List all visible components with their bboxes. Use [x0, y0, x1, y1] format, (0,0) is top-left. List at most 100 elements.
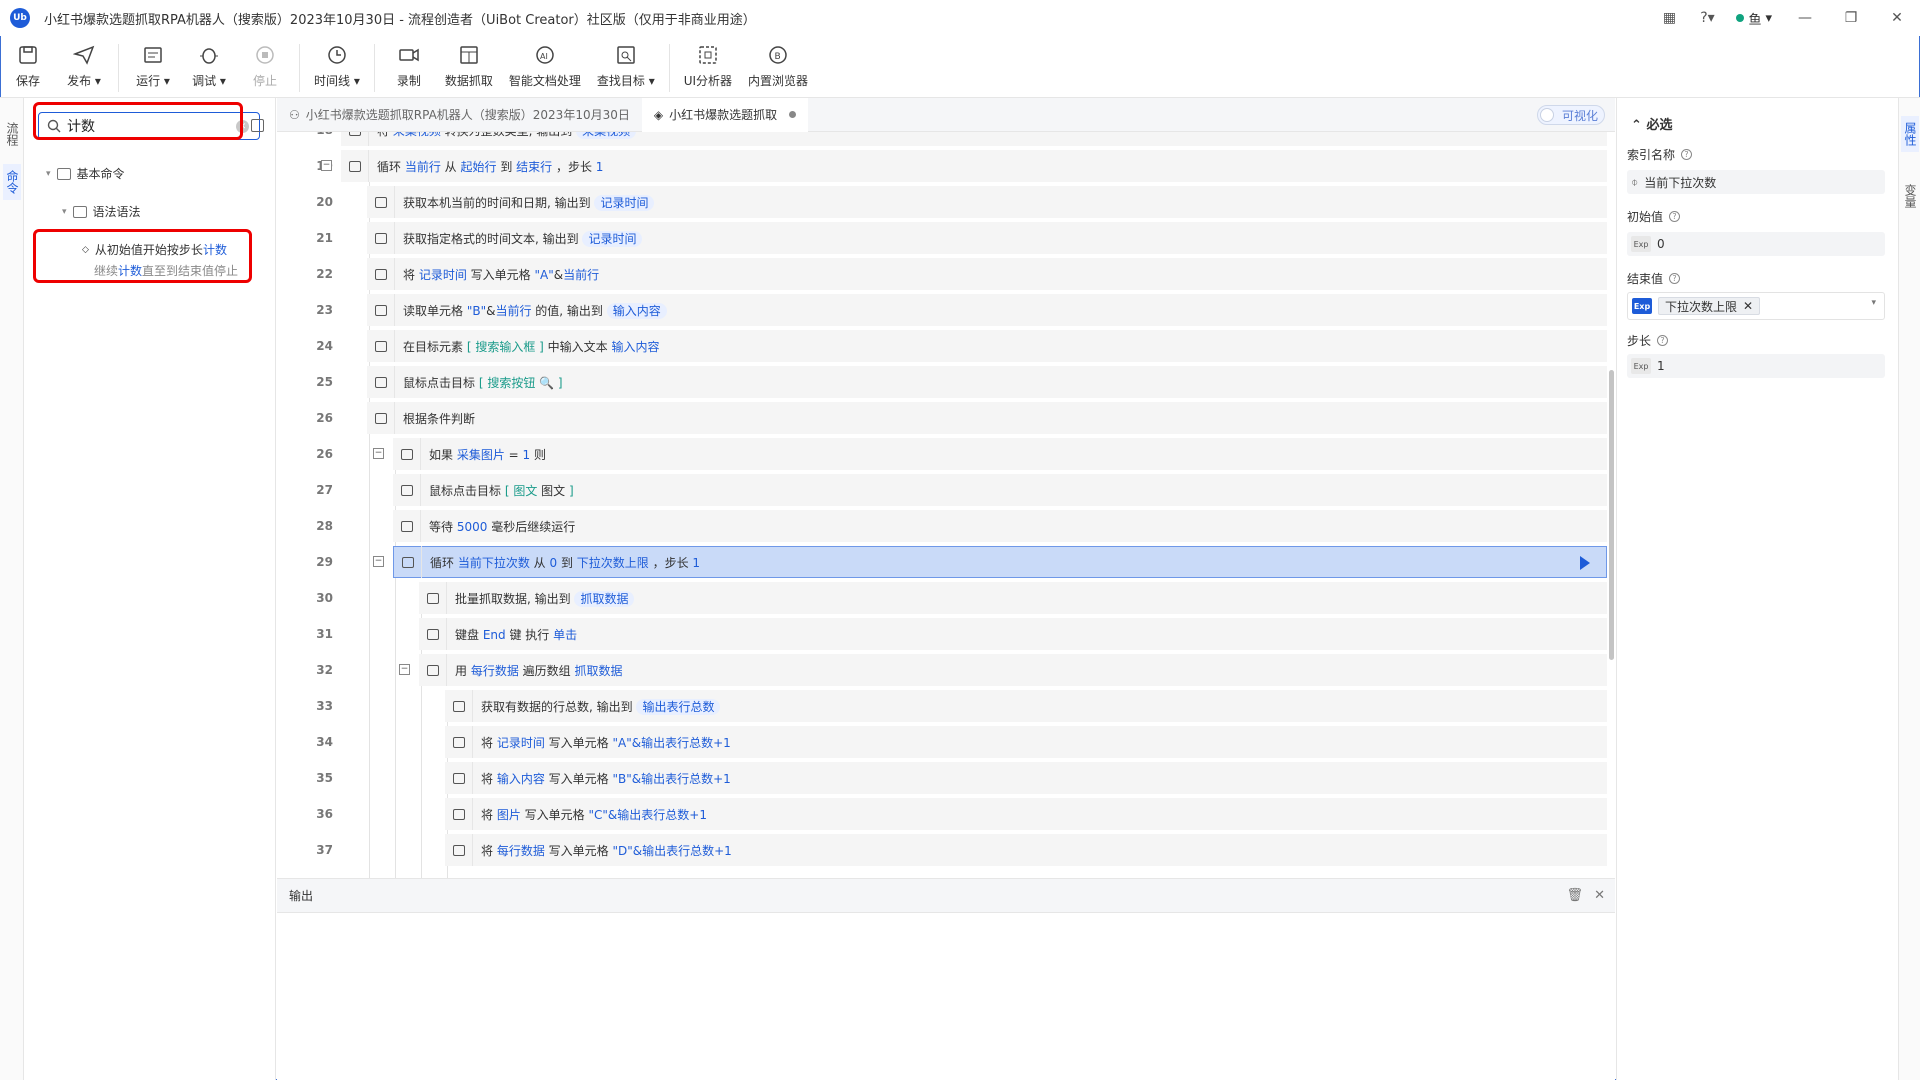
record-button[interactable]: 录制 [381, 36, 437, 98]
collapse-toggle-icon[interactable]: − [399, 664, 410, 675]
code-row[interactable]: 用 每行数据 遍历数组 抓取数据 [419, 654, 1607, 686]
code-row[interactable]: 获取有数据的行总数, 输出到 输出表行总数 [445, 690, 1607, 722]
tree-node-basic-commands[interactable]: ▾ 基本命令 [46, 165, 125, 182]
flow-editor[interactable]: 18将 采集视频 转换为整数类型, 输出到 采集视频19−循环 当前行 从 起始… [277, 132, 1615, 878]
tab-main-flow[interactable]: ⚇ 小红书爆款选题抓取RPA机器人（搜索版）2023年10月30日 [277, 98, 642, 132]
code-row[interactable]: 将 输入内容 写入单元格 "B"&输出表行总数+1 [445, 762, 1607, 794]
output-variable[interactable]: 记录时间 [594, 194, 655, 211]
code-row[interactable]: 读取单元格 "B"&当前行 的值, 输出到 输入内容 [367, 294, 1607, 326]
run-button[interactable]: 运行 ▾ [125, 36, 181, 98]
target-element[interactable]: [ 搜索输入框 ] [467, 340, 544, 354]
start-value-field[interactable]: Exp 0 [1627, 232, 1885, 256]
close-icon[interactable]: ✕ [1594, 888, 1605, 903]
code-row[interactable]: 键盘 End 键 执行 单击 [419, 618, 1607, 650]
collapse-toggle-icon[interactable]: − [321, 160, 332, 171]
parameter-value[interactable]: 1 [596, 160, 604, 174]
section-required[interactable]: ⌃ 必选 [1631, 114, 1672, 133]
code-row[interactable]: 如果 采集图片 = 1 则 [393, 438, 1607, 470]
parameter-value[interactable]: 每行数据 [497, 844, 545, 858]
data-scrape-button[interactable]: 数据抓取 [437, 36, 501, 98]
target-element[interactable]: ] [554, 376, 563, 390]
user-menu[interactable]: 鱼 ▾ [1736, 9, 1772, 28]
save-button[interactable]: 保存 [0, 36, 56, 98]
code-row[interactable]: 获取指定格式的时间文本, 输出到 记录时间 [367, 222, 1607, 254]
collapse-toggle-icon[interactable]: − [373, 556, 384, 567]
code-row[interactable]: 将 记录时间 写入单元格 "A"&输出表行总数+1 [445, 726, 1607, 758]
parameter-value[interactable]: "A"&输出表行总数+1 [612, 736, 730, 750]
target-element[interactable]: [ 图文 [505, 484, 541, 498]
target-element[interactable]: [ 搜索按钮 [479, 376, 539, 390]
code-row[interactable]: 鼠标点击目标 [ 搜索按钮 🔍 ] [367, 366, 1607, 398]
parameter-value[interactable]: 每行数据 [471, 664, 519, 678]
expression-icon[interactable]: Exp [1631, 236, 1651, 252]
editor-scrollbar[interactable] [1609, 370, 1614, 660]
idp-button[interactable]: AI 智能文档处理 [501, 36, 589, 98]
code-row[interactable]: 批量抓取数据, 输出到 抓取数据 [419, 582, 1607, 614]
parameter-value[interactable]: 图片 [497, 808, 521, 822]
parameter-value[interactable]: 当前行 [495, 304, 531, 318]
run-from-here-icon[interactable] [1580, 556, 1590, 570]
parameter-value[interactable]: 单击 [553, 628, 577, 642]
tab-properties[interactable]: 属性 [1901, 116, 1919, 152]
parameter-value[interactable]: 5000 [457, 520, 488, 534]
code-row[interactable]: 将 图片 写入单元格 "C"&输出表行总数+1 [445, 798, 1607, 830]
parameter-value[interactable]: 当前下拉次数 [458, 556, 530, 570]
publish-button[interactable]: 发布 ▾ [56, 36, 112, 98]
help-icon[interactable]: ?▾ [1692, 6, 1722, 30]
parameter-value[interactable]: End [483, 628, 506, 642]
code-row-selected[interactable]: 循环 当前下拉次数 从 0 到 下拉次数上限 ，步长 1 [393, 546, 1607, 578]
index-name-field[interactable]: ⌽ 当前下拉次数 [1627, 170, 1885, 194]
end-value-field[interactable]: Exp 下拉次数上限 ✕ ▾ [1627, 292, 1885, 320]
tab-variables[interactable]: 变量 [1901, 178, 1919, 214]
parameter-value[interactable]: 起始行 [460, 160, 496, 174]
expression-icon[interactable]: Exp [1632, 298, 1652, 314]
parameter-value[interactable]: 当前行 [563, 268, 599, 282]
parameter-value[interactable]: 1 [692, 556, 700, 570]
expression-icon[interactable]: Exp [1631, 358, 1651, 374]
close-button[interactable]: ✕ [1874, 0, 1920, 36]
tree-node-syntax[interactable]: ▾ 语法语法 [62, 203, 141, 220]
chevron-down-icon[interactable]: ▾ [1871, 298, 1876, 308]
code-row[interactable]: 将 每行数据 写入单元格 "D"&输出表行总数+1 [445, 834, 1607, 866]
tab-flow[interactable]: 流程 [3, 116, 21, 152]
output-tab[interactable]: 输出 [277, 879, 325, 913]
output-variable[interactable]: 输入内容 [606, 302, 667, 319]
ui-analyzer-button[interactable]: UI分析器 [676, 36, 740, 98]
built-in-browser-button[interactable]: B 内置浏览器 [740, 36, 816, 98]
code-row[interactable]: 将 采集视频 转换为整数类型, 输出到 采集视频 [341, 132, 1607, 146]
parameter-value[interactable]: "D"&输出表行总数+1 [612, 844, 731, 858]
parameter-value[interactable]: "B" [467, 304, 486, 318]
code-row[interactable]: 获取本机当前的时间和日期, 输出到 记录时间 [367, 186, 1607, 218]
filter-icon[interactable] [251, 119, 264, 132]
parameter-value[interactable]: 采集视频 [393, 132, 441, 138]
step-field[interactable]: Exp 1 [1627, 354, 1885, 378]
target-element[interactable]: ] [569, 484, 574, 498]
code-row[interactable]: 将 记录时间 写入单元格 "A"&当前行 [367, 258, 1607, 290]
help-icon[interactable]: ? [1681, 149, 1693, 160]
parameter-value[interactable]: 记录时间 [497, 736, 545, 750]
parameter-value[interactable]: 采集图片 [457, 448, 505, 462]
parameter-value[interactable]: 下拉次数上限 [577, 556, 649, 570]
parameter-value[interactable]: "A" [534, 268, 553, 282]
parameter-value[interactable]: "B"&输出表行总数+1 [612, 772, 730, 786]
parameter-value[interactable]: 记录时间 [419, 268, 467, 282]
code-row[interactable]: 等待 5000 毫秒后继续运行 [393, 510, 1607, 542]
output-variable[interactable]: 抓取数据 [574, 590, 635, 607]
help-icon[interactable]: ? [1669, 211, 1681, 222]
output-variable[interactable]: 记录时间 [582, 230, 643, 247]
parameter-value[interactable]: 输入内容 [497, 772, 545, 786]
parameter-value[interactable]: 当前行 [405, 160, 441, 174]
parameter-value[interactable]: 输入内容 [611, 340, 659, 354]
minimize-button[interactable]: — [1782, 0, 1828, 36]
code-row[interactable]: 在目标元素 [ 搜索输入框 ] 中输入文本 输入内容 [367, 330, 1607, 362]
code-row[interactable]: 鼠标点击目标 [ 图文 图文 ] [393, 474, 1607, 506]
visual-mode-toggle[interactable]: 可视化 [1537, 105, 1605, 125]
tab-subflow[interactable]: ◈ 小红书爆款选题抓取 [641, 97, 809, 132]
stop-button[interactable]: 停止 [237, 36, 293, 98]
code-row[interactable]: 根据条件判断 [367, 402, 1607, 434]
restore-button[interactable]: ❐ [1828, 0, 1874, 36]
parameter-value[interactable]: 抓取数据 [574, 664, 622, 678]
output-variable[interactable]: 采集视频 [576, 132, 637, 139]
debug-button[interactable]: 调试 ▾ [181, 36, 237, 98]
find-target-button[interactable]: 查找目标 ▾ [589, 36, 663, 98]
